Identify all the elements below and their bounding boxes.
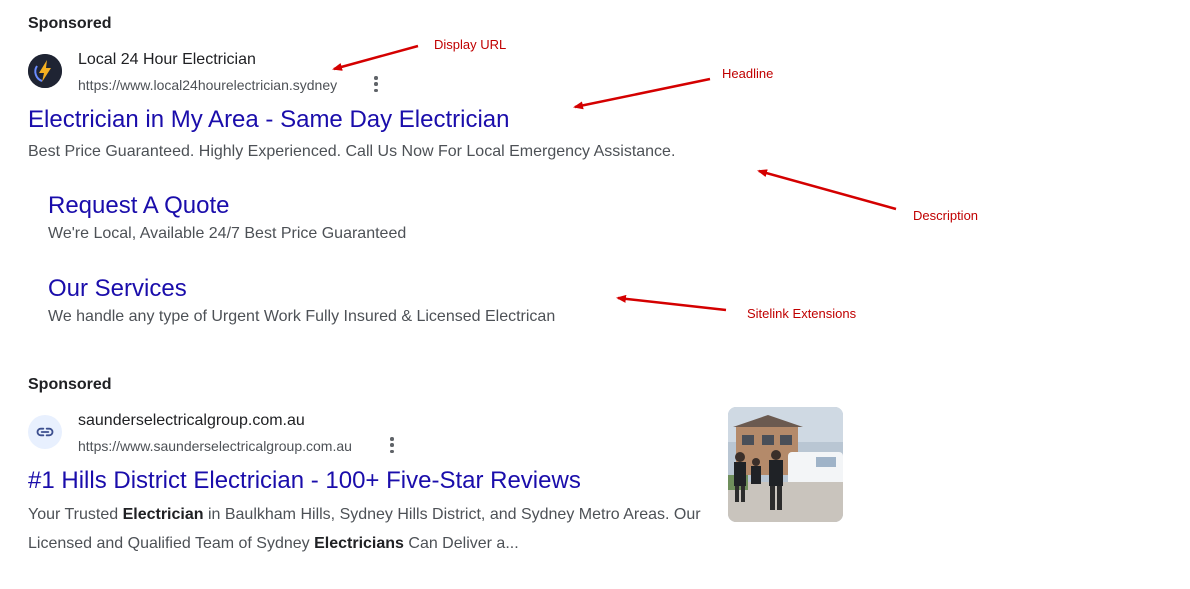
- arrow-description: [757, 169, 897, 211]
- arrow-display-url: [332, 44, 419, 71]
- ad1-site-name[interactable]: Local 24 Hour Electrician: [78, 51, 256, 69]
- link-icon[interactable]: [28, 415, 62, 449]
- ad1-description: Best Price Guaranteed. Highly Experience…: [28, 143, 676, 160]
- annotation-display-url: Display URL: [434, 37, 507, 52]
- annotation-headline: Headline: [722, 66, 774, 81]
- ad2-description: Your Trusted Electrician in Baulkham Hil…: [28, 506, 701, 552]
- arrow-headline: [573, 77, 711, 110]
- annotation-description: Description: [913, 208, 979, 223]
- ad1-display-url[interactable]: https://www.local24hourelectrician.sydne…: [78, 77, 337, 93]
- ad2-headline[interactable]: #1 Hills District Electrician - 100+ Fiv…: [28, 467, 581, 495]
- sitelink-our-services[interactable]: Our Services: [48, 275, 187, 303]
- sponsored-label: Sponsored: [28, 376, 112, 393]
- ad2-thumbnail[interactable]: [728, 407, 843, 522]
- sitelink-description: We handle any type of Urgent Work Fully …: [48, 308, 556, 325]
- ad1-headline[interactable]: Electrician in My Area - Same Day Electr…: [28, 106, 510, 134]
- sitelink-request-quote[interactable]: Request A Quote: [48, 192, 229, 220]
- ad2-display-url[interactable]: https://www.saunderselectricalgroup.com.…: [78, 438, 352, 454]
- arrow-sitelinks: [616, 294, 727, 312]
- more-options-icon[interactable]: [385, 435, 399, 455]
- sponsored-label: Sponsored: [28, 15, 112, 32]
- lightning-bolt-icon[interactable]: [28, 54, 62, 88]
- ad2-site-name[interactable]: saunderselectricalgroup.com.au: [78, 412, 305, 430]
- more-options-icon[interactable]: [369, 74, 383, 94]
- annotation-sitelinks: Sitelink Extensions: [747, 306, 857, 321]
- sitelink-description: We're Local, Available 24/7 Best Price G…: [48, 225, 407, 242]
